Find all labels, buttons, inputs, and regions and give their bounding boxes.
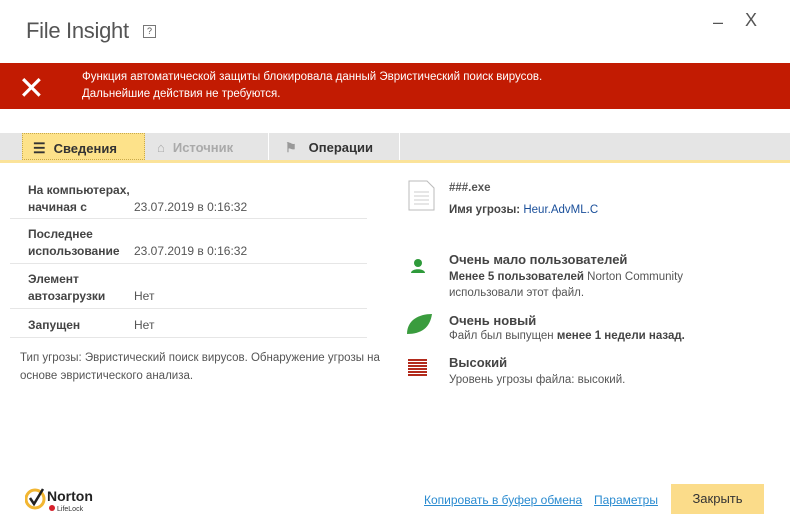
alert-banner: ✕ Функция автоматической защиты блокиров… [0, 63, 790, 109]
threat-type-note: Тип угрозы: Эвристический поиск вирусов.… [20, 352, 380, 382]
threat-name: Heur.AdvML.C [523, 204, 599, 216]
high-risk-icon [408, 359, 427, 376]
svg-text:Norton: Norton [47, 488, 93, 504]
detail-value: Нет [134, 318, 155, 332]
copy-to-clipboard-link[interactable]: Копировать в буфер обмена [424, 493, 582, 507]
file-name: ###.exe [449, 182, 491, 194]
error-x-icon: ✕ [18, 69, 45, 107]
close-window-button[interactable]: X [745, 10, 757, 31]
tab-operations[interactable]: ⚑ Операции [269, 133, 400, 160]
detail-value: 23.07.2019 в 0:16:32 [134, 200, 248, 214]
risk-text: Уровень угрозы файла: высокий. [449, 374, 626, 386]
tab-details[interactable]: ☰ Сведения [22, 133, 145, 160]
minimize-button[interactable]: – [713, 12, 723, 33]
detail-row: Запущен Нет [10, 309, 367, 338]
svg-text:LifeLock: LifeLock [57, 506, 84, 513]
users-title: Очень мало пользователей [449, 252, 628, 267]
tab-source[interactable]: ⌂ Источник [145, 133, 269, 160]
users-text: использовали этот файл. [449, 287, 585, 299]
help-icon[interactable]: ? [143, 25, 156, 38]
window-title: File Insight [26, 18, 129, 43]
file-icon [408, 180, 435, 211]
threat-label: Имя угрозы: [449, 204, 521, 216]
close-button[interactable]: Закрыть [671, 484, 764, 514]
home-icon: ⌂ [157, 140, 165, 156]
detail-label: Запущен [28, 318, 81, 332]
age-title: Очень новый [449, 313, 537, 328]
flag-icon: ⚑ [285, 140, 297, 156]
detail-row: Последнее использование 23.07.2019 в 0:16… [10, 219, 367, 264]
alert-line-2: Дальнейшие действия не требуются. [82, 88, 281, 100]
detail-label: начиная с [28, 200, 87, 214]
detail-label: Элемент [28, 272, 79, 286]
detail-label: использование [28, 244, 120, 258]
detail-row: На компьютерах, начиная с 23.07.2019 в 0:… [10, 180, 367, 219]
users-count: Менее 5 пользователей [449, 271, 584, 283]
detail-label: Последнее [28, 227, 93, 241]
leaf-icon [407, 314, 432, 334]
settings-link[interactable]: Параметры [594, 493, 658, 507]
alert-line-1: Функция автоматической защиты блокировал… [82, 71, 543, 83]
detail-label: автозагрузки [28, 289, 106, 303]
norton-logo: Norton LifeLock [24, 487, 105, 516]
user-icon [411, 259, 425, 273]
tab-bar: ☰ Сведения ⌂ Источник ⚑ Операции [0, 133, 790, 163]
list-icon: ☰ [33, 140, 46, 157]
detail-value: 23.07.2019 в 0:16:32 [134, 244, 248, 258]
detail-row: Элемент автозагрузки Нет [10, 264, 367, 309]
age-bold: менее 1 недели назад. [556, 330, 685, 342]
risk-title: Высокий [449, 355, 508, 370]
age-text: Файл был выпущен [449, 330, 557, 342]
users-community: Norton Community [583, 271, 684, 283]
detail-label: На компьютерах, [28, 183, 130, 197]
detail-value: Нет [134, 289, 155, 303]
